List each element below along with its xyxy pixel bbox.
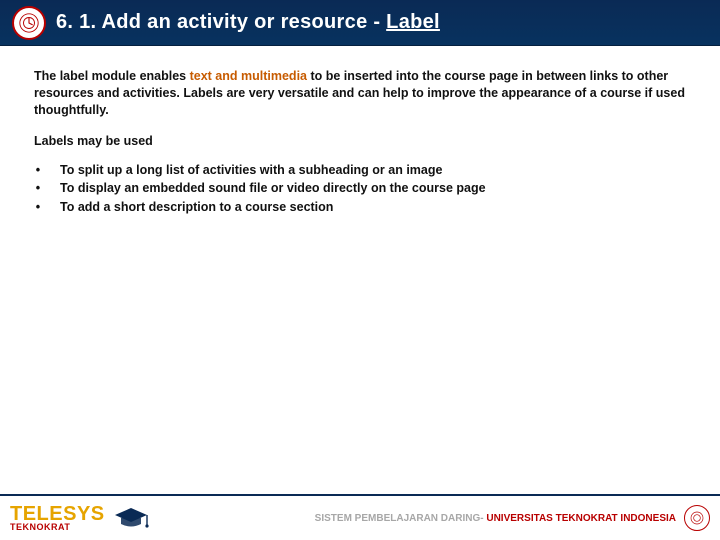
bullet-text: To add a short description to a course s…: [60, 199, 333, 216]
title-bar: 6. 1. Add an activity or resource - Labe…: [0, 0, 720, 46]
tagline-red: UNIVERSITAS TEKNOKRAT INDONESIA: [486, 513, 676, 524]
bullet-list: • To split up a long list of activities w…: [34, 162, 686, 217]
list-item: • To add a short description to a course …: [34, 199, 686, 216]
intro-paragraph: The label module enables text and multim…: [34, 68, 686, 119]
intro-highlight: text and multimedia: [190, 69, 307, 83]
footer-tagline: SISTEM PEMBELAJARAN DARING- UNIVERSITAS …: [315, 513, 676, 524]
graduation-cap-icon: [111, 505, 151, 531]
brand-name: TELESYS: [10, 505, 105, 523]
tagline-gray: SISTEM PEMBELAJARAN DARING-: [315, 513, 487, 524]
brand-block: TELESYS TEKNOKRAT: [10, 505, 105, 531]
university-logo-icon: [12, 6, 46, 40]
title-label-word: Label: [386, 11, 440, 33]
page-title: 6. 1. Add an activity or resource - Labe…: [56, 11, 440, 34]
title-prefix: 6. 1. Add an activity or resource -: [56, 11, 386, 33]
intro-pre: The label module enables: [34, 69, 190, 83]
slide: 6. 1. Add an activity or resource - Labe…: [0, 0, 720, 540]
bullet-text: To display an embedded sound file or vid…: [60, 180, 486, 197]
content-body: The label module enables text and multim…: [0, 46, 720, 216]
list-item: • To display an embedded sound file or vi…: [34, 180, 686, 197]
bullet-icon: •: [34, 199, 42, 216]
bullet-text: To split up a long list of activities wi…: [60, 162, 442, 179]
footer-bar: TELESYS TEKNOKRAT SISTEM PEMBELAJARAN DA…: [0, 494, 720, 540]
footer-right: SISTEM PEMBELAJARAN DARING- UNIVERSITAS …: [315, 505, 710, 531]
bullet-icon: •: [34, 180, 42, 197]
list-item: • To split up a long list of activities w…: [34, 162, 686, 179]
subheading: Labels may be used: [34, 133, 686, 150]
university-logo-small-icon: [684, 505, 710, 531]
bullet-icon: •: [34, 162, 42, 179]
footer-left: TELESYS TEKNOKRAT: [10, 505, 151, 531]
